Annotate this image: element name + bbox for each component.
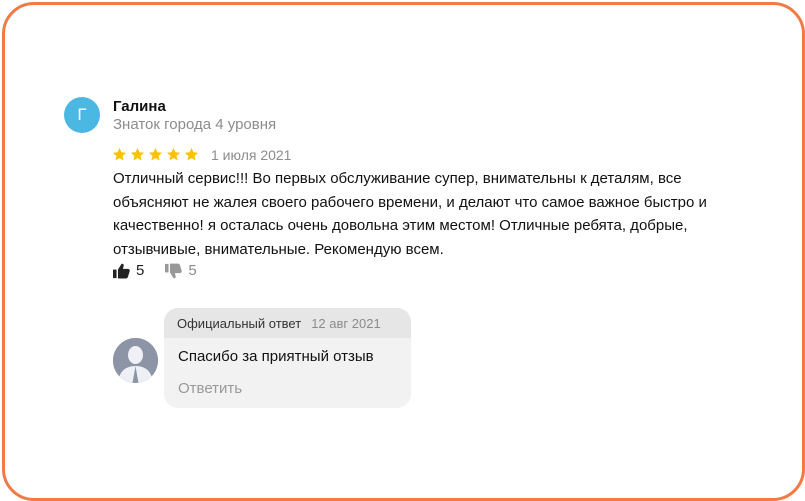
star-icon (166, 147, 181, 161)
thumbs-down-icon (165, 263, 183, 278)
like-count: 5 (136, 262, 145, 279)
author-name[interactable]: Галина (113, 98, 166, 115)
like-button[interactable]: 5 (113, 262, 144, 279)
star-icon (184, 147, 199, 161)
star-icon (130, 147, 145, 161)
reply-date: 12 авг 2021 (311, 315, 381, 331)
rating-stars (112, 147, 199, 162)
dislike-count: 5 (188, 262, 197, 279)
business-avatar (113, 338, 158, 383)
person-silhouette-icon (113, 338, 158, 383)
reply-header: Официальный ответ 12 авг 2021 (164, 308, 411, 338)
official-reply: Официальный ответ 12 авг 2021 Спасибо за… (164, 308, 411, 408)
author-avatar[interactable]: Г (64, 97, 100, 133)
thumbs-up-icon (113, 263, 130, 278)
review-date: 1 июля 2021 (211, 147, 292, 163)
star-icon (112, 147, 127, 161)
star-icon (148, 147, 163, 161)
author-level: Знаток города 4 уровня (113, 116, 277, 133)
dislike-button[interactable]: 5 (165, 262, 197, 279)
reply-label: Официальный ответ (177, 315, 302, 331)
reply-text: Спасибо за приятный отзыв (178, 348, 374, 365)
review-text: Отличный сервис!!! Во первых обслуживани… (113, 170, 707, 258)
reply-button[interactable]: Ответить (178, 380, 242, 397)
reactions-bar: 5 5 (113, 262, 197, 279)
